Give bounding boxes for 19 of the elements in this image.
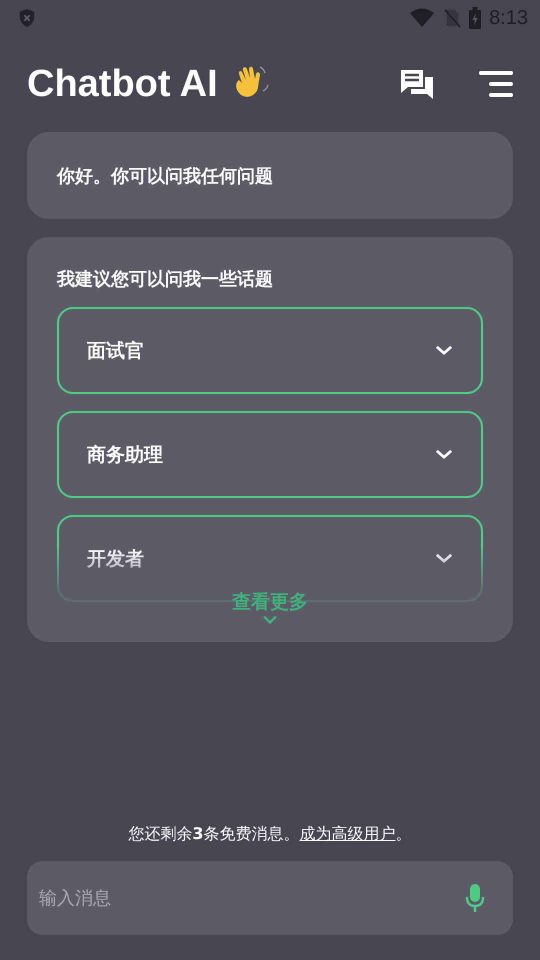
shield-icon [18, 8, 36, 28]
chevron-icon [435, 553, 453, 564]
topic-dropdown[interactable]: 商务助理 [57, 411, 483, 498]
greeting-text: 你好。你可以问我任何问题 [57, 164, 273, 188]
battery-icon [469, 7, 482, 29]
message-input[interactable]: 输入消息 [27, 861, 513, 935]
chat-icon[interactable] [399, 68, 435, 100]
chevron-icon [435, 449, 453, 460]
chevron-icon [435, 345, 453, 356]
menu-icon[interactable] [479, 70, 513, 98]
chevron-icon [261, 615, 279, 625]
upgrade-link[interactable]: 成为高级用户 [300, 824, 396, 843]
free-messages-notice: 您还剩余3条免费消息。成为高级用户。 [127, 824, 413, 845]
app-title: Chatbot AI [27, 62, 218, 106]
no-sim-icon [443, 8, 462, 28]
microphone-icon[interactable] [465, 883, 485, 913]
suggestions-title: 我建议您可以问我一些话题 [57, 268, 274, 291]
topic-dropdown[interactable]: 面试官 [57, 307, 483, 394]
wifi-icon [409, 8, 436, 28]
